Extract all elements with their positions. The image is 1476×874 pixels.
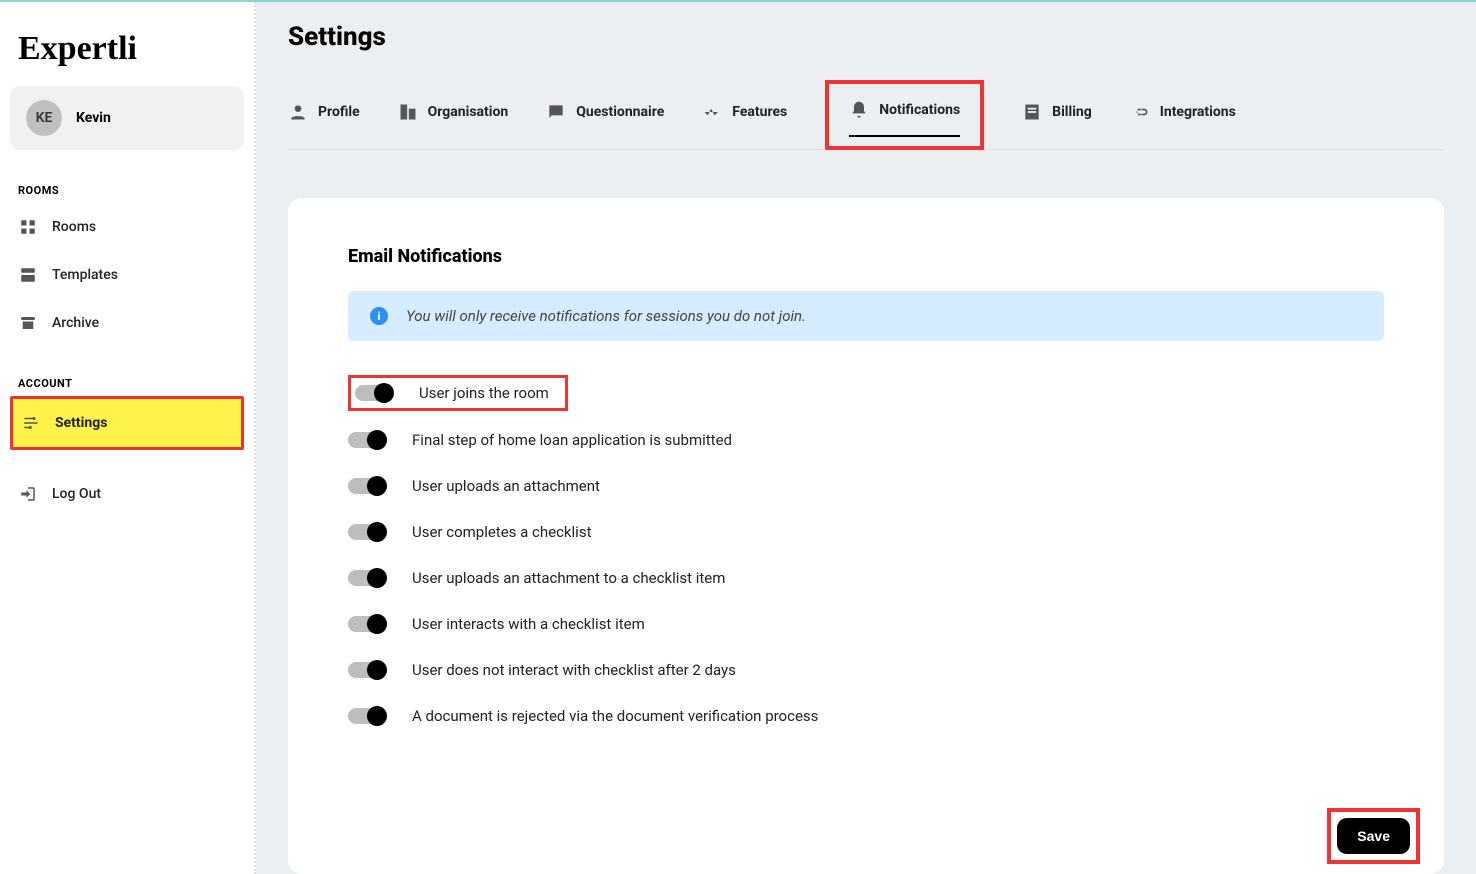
toggle-upload-to-checklist[interactable] xyxy=(348,570,384,586)
sidebar-item-label: Rooms xyxy=(52,219,96,235)
highlight-toggle-user-joins: User joins the room xyxy=(348,375,568,411)
toggle-row-4: User uploads an attachment to a checklis… xyxy=(348,555,1384,601)
toggle-label: User joins the room xyxy=(419,384,549,402)
toggle-row-3: User completes a checklist xyxy=(348,509,1384,555)
toggle-row-7: A document is rejected via the document … xyxy=(348,693,1384,739)
toggle-row-6: User does not interact with checklist af… xyxy=(348,647,1384,693)
toggle-label: User interacts with a checklist item xyxy=(412,615,645,633)
toggle-final-step[interactable] xyxy=(348,432,384,448)
template-icon xyxy=(18,265,38,285)
info-text: You will only receive notifications for … xyxy=(406,307,806,325)
sidebar-item-logout[interactable]: Log Out xyxy=(10,470,244,518)
billing-icon xyxy=(1022,102,1042,122)
tabs: Profile Organisation Questionnaire Featu… xyxy=(288,80,1444,150)
logout-icon xyxy=(18,484,38,504)
tab-notifications[interactable]: Notifications xyxy=(849,90,960,136)
toggle-label: User uploads an attachment to a checklis… xyxy=(412,569,725,587)
toggle-label: User uploads an attachment xyxy=(412,477,600,495)
archive-icon xyxy=(18,313,38,333)
grid-icon xyxy=(18,217,38,237)
info-icon: i xyxy=(370,307,388,325)
profile-icon xyxy=(288,102,308,122)
section-rooms-label: ROOMS xyxy=(10,174,244,203)
sidebar-item-settings[interactable]: Settings xyxy=(13,399,241,447)
tab-integrations[interactable]: Integrations xyxy=(1130,92,1236,138)
toggle-doc-rejected[interactable] xyxy=(348,708,384,724)
toggle-label: Final step of home loan application is s… xyxy=(412,431,732,449)
toggle-label: User does not interact with checklist af… xyxy=(412,661,736,679)
notifications-card: Email Notifications i You will only rece… xyxy=(288,198,1444,874)
tab-features[interactable]: Features xyxy=(702,92,787,138)
avatar: KE xyxy=(26,100,62,136)
highlight-notifications-tab: Notifications xyxy=(825,80,984,150)
toggle-row-2: User uploads an attachment xyxy=(348,463,1384,509)
organisation-icon xyxy=(398,102,418,122)
toggle-no-interact-2days[interactable] xyxy=(348,662,384,678)
tab-questionnaire[interactable]: Questionnaire xyxy=(546,92,664,138)
toggle-upload-attachment[interactable] xyxy=(348,478,384,494)
toggle-interacts-checklist[interactable] xyxy=(348,616,384,632)
section-account-label: ACCOUNT xyxy=(10,367,244,396)
page-title: Settings xyxy=(288,22,1444,52)
toggle-row-0: User joins the room xyxy=(348,369,1384,417)
sidebar-item-templates[interactable]: Templates xyxy=(10,251,244,299)
sidebar-item-label: Archive xyxy=(52,315,99,331)
toggle-label: User completes a checklist xyxy=(412,523,591,541)
user-chip[interactable]: KE Kevin xyxy=(10,86,244,150)
tab-label: Integrations xyxy=(1160,104,1236,120)
highlight-save: Save xyxy=(1327,808,1420,864)
toggle-row-5: User interacts with a checklist item xyxy=(348,601,1384,647)
tab-label: Features xyxy=(732,104,787,120)
tab-label: Notifications xyxy=(879,102,960,118)
info-banner: i You will only receive notifications fo… xyxy=(348,291,1384,341)
toggle-user-joins[interactable] xyxy=(355,385,391,401)
tab-label: Profile xyxy=(318,104,360,120)
sidebar-item-label: Log Out xyxy=(52,486,101,502)
save-button[interactable]: Save xyxy=(1337,818,1410,854)
features-icon xyxy=(702,102,722,122)
sidebar-item-rooms[interactable]: Rooms xyxy=(10,203,244,251)
logo: Expertli xyxy=(10,20,244,86)
tune-icon xyxy=(21,413,41,433)
toggle-label: A document is rejected via the document … xyxy=(412,707,818,725)
section-title: Email Notifications xyxy=(348,246,1384,267)
highlight-settings: Settings xyxy=(10,396,244,450)
tab-label: Billing xyxy=(1052,104,1092,120)
tab-profile[interactable]: Profile xyxy=(288,92,360,138)
tab-label: Organisation xyxy=(428,104,509,120)
link-icon xyxy=(1130,102,1150,122)
toggle-complete-checklist[interactable] xyxy=(348,524,384,540)
sidebar-item-archive[interactable]: Archive xyxy=(10,299,244,347)
bell-icon xyxy=(849,100,869,120)
main: Settings Profile Organisation Questionna… xyxy=(256,2,1476,874)
tab-billing[interactable]: Billing xyxy=(1022,92,1092,138)
tab-organisation[interactable]: Organisation xyxy=(398,92,509,138)
user-name: Kevin xyxy=(76,110,111,126)
sidebar-item-label: Settings xyxy=(55,415,107,431)
tab-label: Questionnaire xyxy=(576,104,664,120)
sidebar: Expertli KE Kevin ROOMS Rooms Templates … xyxy=(0,2,256,874)
toggle-row-1: Final step of home loan application is s… xyxy=(348,417,1384,463)
questionnaire-icon xyxy=(546,102,566,122)
sidebar-item-label: Templates xyxy=(52,267,118,283)
